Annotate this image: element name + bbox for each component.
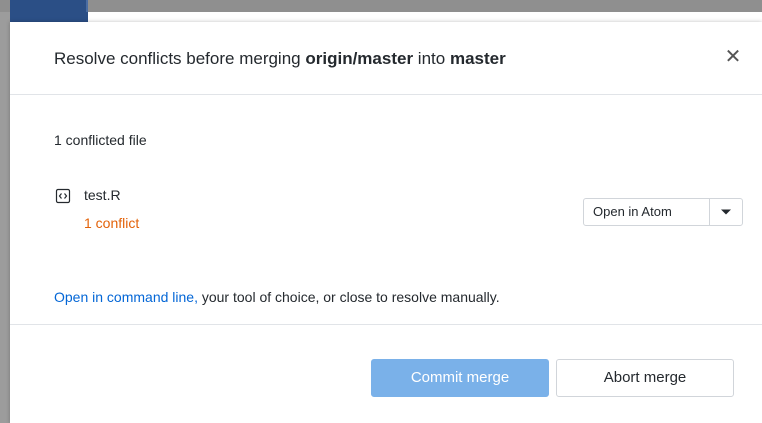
background-app-edge [0,0,10,423]
resolve-hint: Open in command line, your tool of choic… [54,289,500,305]
file-code-icon [55,188,71,204]
open-command-line-link[interactable]: Open in command line, [54,289,198,305]
conflicted-files-summary: 1 conflicted file [54,132,147,148]
target-branch: master [449,49,506,68]
title-prefix: Resolve conflicts before merging [54,49,301,68]
hint-rest-text: your tool of choice, or close to resolve… [197,289,500,305]
source-branch: origin/master [305,49,414,68]
background-app-divider [86,0,88,12]
close-icon[interactable]: ✕ [722,46,744,68]
dialog-title: Resolve conflicts before merging origin/… [54,49,506,69]
caret-down-icon[interactable] [710,199,742,225]
conflicted-file-name: test.R [84,187,121,203]
conflict-count-label: 1 conflict [84,215,140,231]
background-app-toolbar [0,0,762,12]
merge-conflicts-dialog: Resolve conflicts before merging origin/… [10,22,762,423]
abort-merge-button[interactable]: Abort merge [556,359,734,397]
dialog-header: Resolve conflicts before merging origin/… [10,22,762,95]
open-in-editor-label[interactable]: Open in Atom [584,199,710,225]
title-middle: into [417,49,446,68]
commit-merge-button[interactable]: Commit merge [371,359,549,397]
dialog-footer: Commit merge Abort merge [10,324,762,423]
open-in-editor-button[interactable]: Open in Atom [583,198,743,226]
